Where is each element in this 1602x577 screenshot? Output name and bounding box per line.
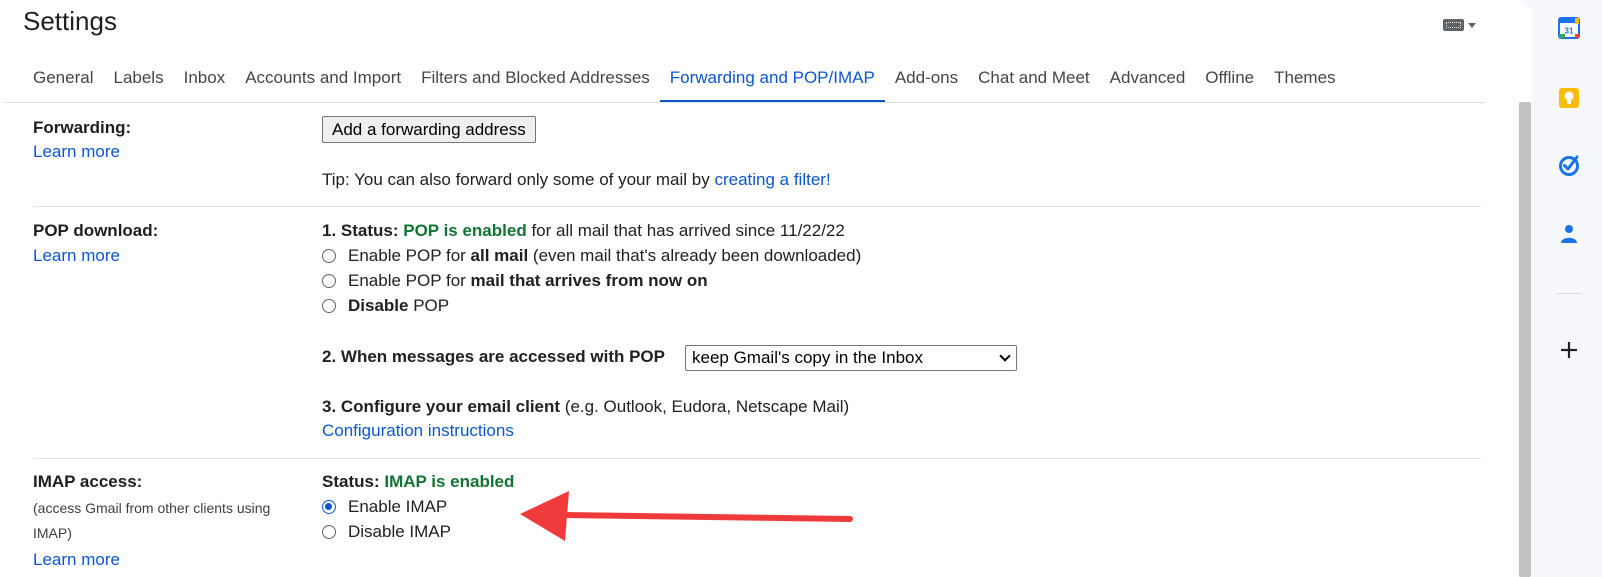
calendar-day-text: 31 <box>1565 27 1574 36</box>
add-forwarding-address-button[interactable]: Add a forwarding address <box>322 116 536 143</box>
caret-down-icon <box>1468 22 1476 28</box>
pop-action-select-value: keep Gmail's copy in the Inbox <box>692 348 923 367</box>
pop-configure-post: (e.g. Outlook, Eudora, Netscape Mail) <box>560 397 850 416</box>
enable-imap-label: Enable IMAP <box>348 497 448 516</box>
tab-labels[interactable]: Labels <box>103 58 173 103</box>
tab-themes[interactable]: Themes <box>1264 58 1345 103</box>
pop-option3-post: POP <box>408 296 450 315</box>
pop-learn-more-link[interactable]: Learn more <box>33 246 120 266</box>
imap-access-label: IMAP access: <box>33 472 143 491</box>
pop-status-suffix: for all mail that has arrived since 11/2… <box>526 221 845 240</box>
pop-option2-bold: mail that arrives from now on <box>470 271 708 290</box>
settings-panel: Settings General Labels Inbox Accounts a… <box>0 0 1532 577</box>
add-icon[interactable] <box>1557 338 1581 362</box>
page-title: Settings <box>23 6 117 36</box>
pop-option1-bold: all mail <box>470 246 529 265</box>
input-tools-button[interactable] <box>1443 16 1481 34</box>
configuration-instructions-link[interactable]: Configuration instructions <box>322 421 514 441</box>
annotation-arrow <box>520 491 853 541</box>
imap-description-line1: (access Gmail from other clients using <box>33 500 271 516</box>
pop-status-prefix: 1. Status: <box>322 221 404 240</box>
imap-option-enable[interactable]: Enable IMAP <box>322 497 447 517</box>
tab-general[interactable]: General <box>23 58 103 103</box>
pop-all-mail-radio[interactable] <box>322 249 336 263</box>
tab-chat-and-meet[interactable]: Chat and Meet <box>968 58 1100 103</box>
pop-when-accessed-label: 2. When messages are accessed with POP <box>322 347 665 366</box>
tab-inbox[interactable]: Inbox <box>174 58 236 103</box>
section-divider <box>33 206 1481 207</box>
keep-icon[interactable] <box>1557 86 1581 110</box>
forwarding-learn-more-link[interactable]: Learn more <box>33 142 120 162</box>
imap-option-disable[interactable]: Disable IMAP <box>322 522 451 542</box>
tasks-icon[interactable] <box>1557 153 1581 177</box>
contacts-icon[interactable] <box>1557 222 1581 246</box>
annotation-arrow-head <box>520 491 569 541</box>
disable-imap-radio[interactable] <box>322 525 336 539</box>
section-divider <box>33 458 1481 459</box>
tab-advanced[interactable]: Advanced <box>1100 58 1196 103</box>
settings-tabs: General Labels Inbox Accounts and Import… <box>23 58 1346 103</box>
forwarding-tip: Tip: You can also forward only some of y… <box>322 170 831 190</box>
pop-from-now-radio[interactable] <box>322 274 336 288</box>
pop-option-from-now-on[interactable]: Enable POP for mail that arrives from no… <box>322 271 708 291</box>
tab-add-ons[interactable]: Add-ons <box>885 58 968 103</box>
imap-status-prefix: Status: <box>322 472 385 491</box>
pop-configure-bold: 3. Configure your email client <box>322 397 561 416</box>
pop-option1-post: (even mail that's already been downloade… <box>528 246 862 265</box>
keyboard-icon <box>1443 19 1464 31</box>
forwarding-label: Forwarding: <box>33 118 132 137</box>
pop-status: 1. Status: POP is enabled for all mail t… <box>322 221 845 241</box>
imap-description-line2: IMAP) <box>33 525 72 541</box>
tabs-divider <box>4 102 1486 103</box>
pop-option-disable[interactable]: Disable POP <box>322 296 449 316</box>
pop-disable-radio[interactable] <box>322 299 336 313</box>
chevron-down-icon <box>999 350 1011 362</box>
pop-option3-bold: Disable <box>348 296 409 315</box>
imap-status: Status: IMAP is enabled <box>322 472 514 492</box>
pop-download-label: POP download: <box>33 221 159 240</box>
imap-status-value: IMAP is enabled <box>384 472 515 491</box>
scrollbar-thumb[interactable] <box>1519 102 1531 577</box>
imap-learn-more-link[interactable]: Learn more <box>33 550 120 570</box>
pop-option2-pre: Enable POP for <box>348 271 471 290</box>
tab-filters-and-blocked-addresses[interactable]: Filters and Blocked Addresses <box>411 58 660 103</box>
tab-accounts-and-import[interactable]: Accounts and Import <box>235 58 411 103</box>
calendar-icon[interactable]: 31 <box>1557 16 1581 40</box>
pop-configure-client: 3. Configure your email client (e.g. Out… <box>322 397 849 417</box>
tab-offline[interactable]: Offline <box>1195 58 1264 103</box>
side-panel-divider <box>1556 293 1582 294</box>
tab-forwarding-and-pop-imap[interactable]: Forwarding and POP/IMAP <box>659 58 885 103</box>
pop-action-select[interactable]: keep Gmail's copy in the Inbox <box>685 345 1017 371</box>
pop-option1-pre: Enable POP for <box>348 246 471 265</box>
forwarding-tip-text: Tip: You can also forward only some of y… <box>322 170 715 189</box>
disable-imap-label: Disable IMAP <box>348 522 451 541</box>
annotation-arrow-shaft <box>562 512 853 522</box>
creating-filter-link[interactable]: creating a filter! <box>714 170 830 189</box>
enable-imap-radio[interactable] <box>322 500 336 514</box>
pop-option-all-mail[interactable]: Enable POP for all mail (even mail that'… <box>322 246 861 266</box>
pop-status-value: POP is enabled <box>403 221 527 240</box>
